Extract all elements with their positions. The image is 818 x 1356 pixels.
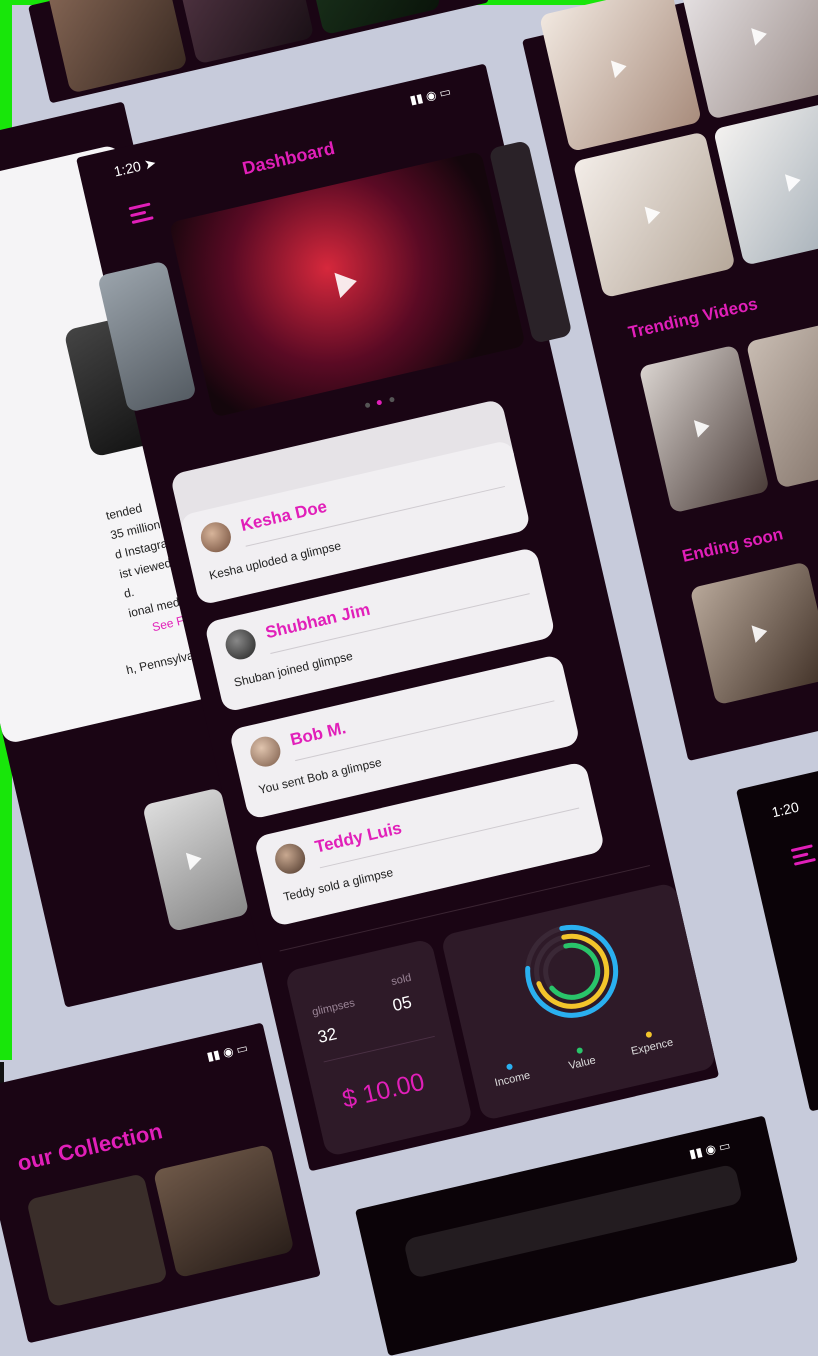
avatar: [222, 626, 259, 663]
avatar: [197, 519, 234, 556]
avatar: [247, 733, 284, 770]
play-icon: [644, 203, 663, 225]
play-icon: [751, 622, 770, 643]
status-icons: ▮▮ ◉ ▭: [408, 84, 453, 108]
legend-income: Income: [491, 1060, 531, 1089]
collection-thumb-1[interactable]: [26, 1173, 168, 1308]
play-icon[interactable]: [334, 268, 360, 299]
thumbnail-bodybuilder[interactable]: [42, 0, 188, 94]
collection-phone: ▮▮ ◉ ▭ our Collection: [0, 1022, 321, 1344]
video-thumb-trending-1[interactable]: [638, 344, 770, 514]
thumbnail-neon[interactable]: [296, 0, 442, 36]
right-bottom-phone: 1:20: [736, 745, 818, 1112]
search-bar[interactable]: [402, 1163, 744, 1279]
video-thumb-bed[interactable]: [572, 131, 736, 299]
play-icon: [784, 171, 803, 192]
expence-dot-icon: [645, 1030, 653, 1039]
value-dot-icon: [575, 1047, 583, 1055]
activity-name: Shubhan Jim: [263, 599, 372, 643]
play-icon: [610, 57, 629, 79]
dashboard-title: Dashboard: [240, 137, 337, 179]
video-thumb-writing[interactable]: [538, 0, 702, 152]
avatar: [272, 840, 309, 877]
legend-expence: Expence: [628, 1027, 674, 1058]
mockup-stage: tended 35 million d Instagram, he ist vi…: [0, 0, 818, 1356]
status-time: 1:20 ➤: [112, 154, 158, 180]
menu-icon[interactable]: [128, 202, 154, 228]
carousel-dots[interactable]: [363, 389, 396, 413]
value-ring: [543, 942, 601, 1000]
bottom-phone: ▮▮ ◉ ▭: [355, 1115, 798, 1356]
ending-soon-title: Ending soon: [680, 524, 785, 566]
play-icon: [693, 416, 712, 438]
trending-videos-title: Trending Videos: [626, 294, 760, 343]
sold-label: sold: [390, 971, 413, 989]
video-thumb-ending-1[interactable]: [689, 561, 818, 706]
status-icons: ▮▮ ◉ ▭: [205, 1040, 250, 1064]
status-time: 1:20: [770, 798, 801, 821]
sold-value: 05: [390, 992, 414, 1016]
glimpses-label: glimpses: [310, 997, 356, 1019]
amount-value: $ 10.00: [339, 1067, 428, 1114]
income-dot-icon: [505, 1063, 514, 1071]
collection-title: our Collection: [14, 1118, 165, 1176]
play-icon: [751, 24, 769, 46]
featured-video[interactable]: [168, 150, 526, 418]
ring-chart: [525, 924, 619, 1018]
play-icon: [185, 849, 204, 871]
stats-card: glimpses 32 sold 05 $ 10.00: [284, 938, 474, 1158]
divider: [323, 1035, 435, 1063]
glimpses-value: 32: [315, 1024, 339, 1047]
rings-card: Income Value Expence: [440, 881, 717, 1122]
thumbnail-dancer[interactable]: [169, 0, 315, 65]
video-thumb-hands[interactable]: [679, 0, 818, 120]
legend-value: Value: [565, 1045, 597, 1072]
activity-name: Bob M.: [288, 718, 348, 750]
status-icons: ▮▮ ◉ ▭: [687, 1138, 732, 1162]
menu-icon[interactable]: [790, 844, 817, 869]
collection-thumb-2[interactable]: [152, 1143, 295, 1279]
